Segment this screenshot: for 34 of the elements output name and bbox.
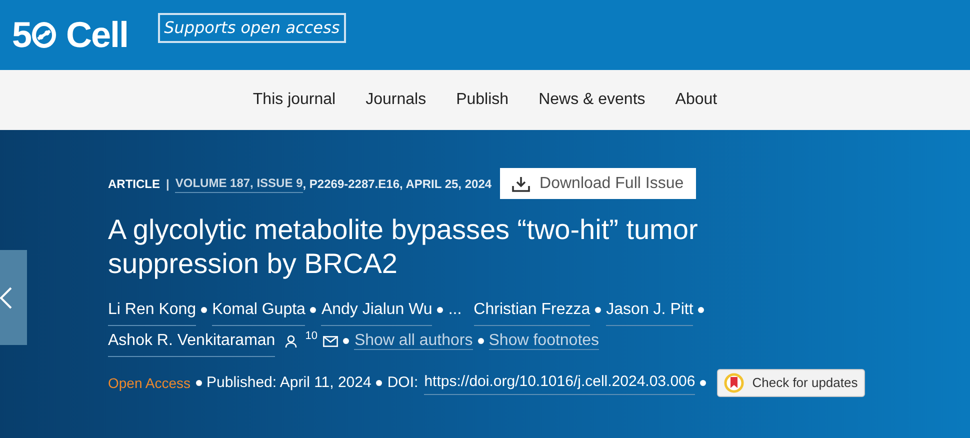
article-type: ARTICLE — [108, 176, 160, 192]
download-icon — [512, 176, 530, 192]
anniversary-logo-icon — [32, 21, 56, 49]
envelope-icon[interactable] — [323, 336, 338, 347]
nav-link[interactable]: About — [675, 88, 718, 112]
show-authors-link[interactable]: Show all authors — [354, 332, 473, 350]
author-link[interactable]: Komal Gupta — [212, 295, 306, 326]
nav-link[interactable]: Journals — [366, 88, 426, 112]
doi-label: DOI: — [387, 372, 418, 393]
doi-link[interactable]: https://doi.org/10.1016/j.cell.2024.03.006 — [424, 371, 696, 395]
nav-link[interactable]: This journal — [252, 88, 336, 112]
crossmark-icon — [724, 373, 744, 393]
published-date: Published: April 11, 2024 — [206, 372, 372, 393]
download-button[interactable]: Download Full Issue — [500, 168, 696, 199]
logo-name: Cell — [66, 17, 128, 53]
author-link[interactable]: Andy Jialun Wu — [321, 295, 432, 326]
open-access-badge: Supports open access — [158, 13, 346, 43]
author-link[interactable]: Ashok R. Venkitaraman — [108, 326, 276, 357]
issue-link[interactable]: VOLUME 187, ISSUE 9 — [175, 174, 303, 193]
show-footnotes-link[interactable]: Show footnotes — [488, 332, 600, 350]
author-link[interactable]: Li Ren Kong — [108, 295, 196, 326]
ellipsis: ... — [448, 301, 462, 318]
chevron-left-icon — [0, 286, 12, 310]
separator: | — [166, 176, 170, 192]
citation-text: , P2269-2287.E16, APRIL 25, 2024 — [302, 176, 492, 192]
open-access-label: Open Access — [108, 374, 190, 393]
author-link[interactable]: Christian Frezza — [474, 295, 590, 326]
footnote-number[interactable]: 10 — [305, 330, 318, 342]
nav-link[interactable]: News & events — [538, 88, 646, 112]
logo-number: 5 — [12, 17, 32, 53]
author-link[interactable]: Jason J. Pitt — [606, 295, 694, 326]
check-updates-button[interactable]: Check for updates — [717, 369, 865, 397]
article-title: A glycolytic metabolite bypasses “two-hit” tumor suppression by BRCA2 — [108, 213, 699, 281]
nav-link[interactable]: Publish — [456, 88, 509, 112]
